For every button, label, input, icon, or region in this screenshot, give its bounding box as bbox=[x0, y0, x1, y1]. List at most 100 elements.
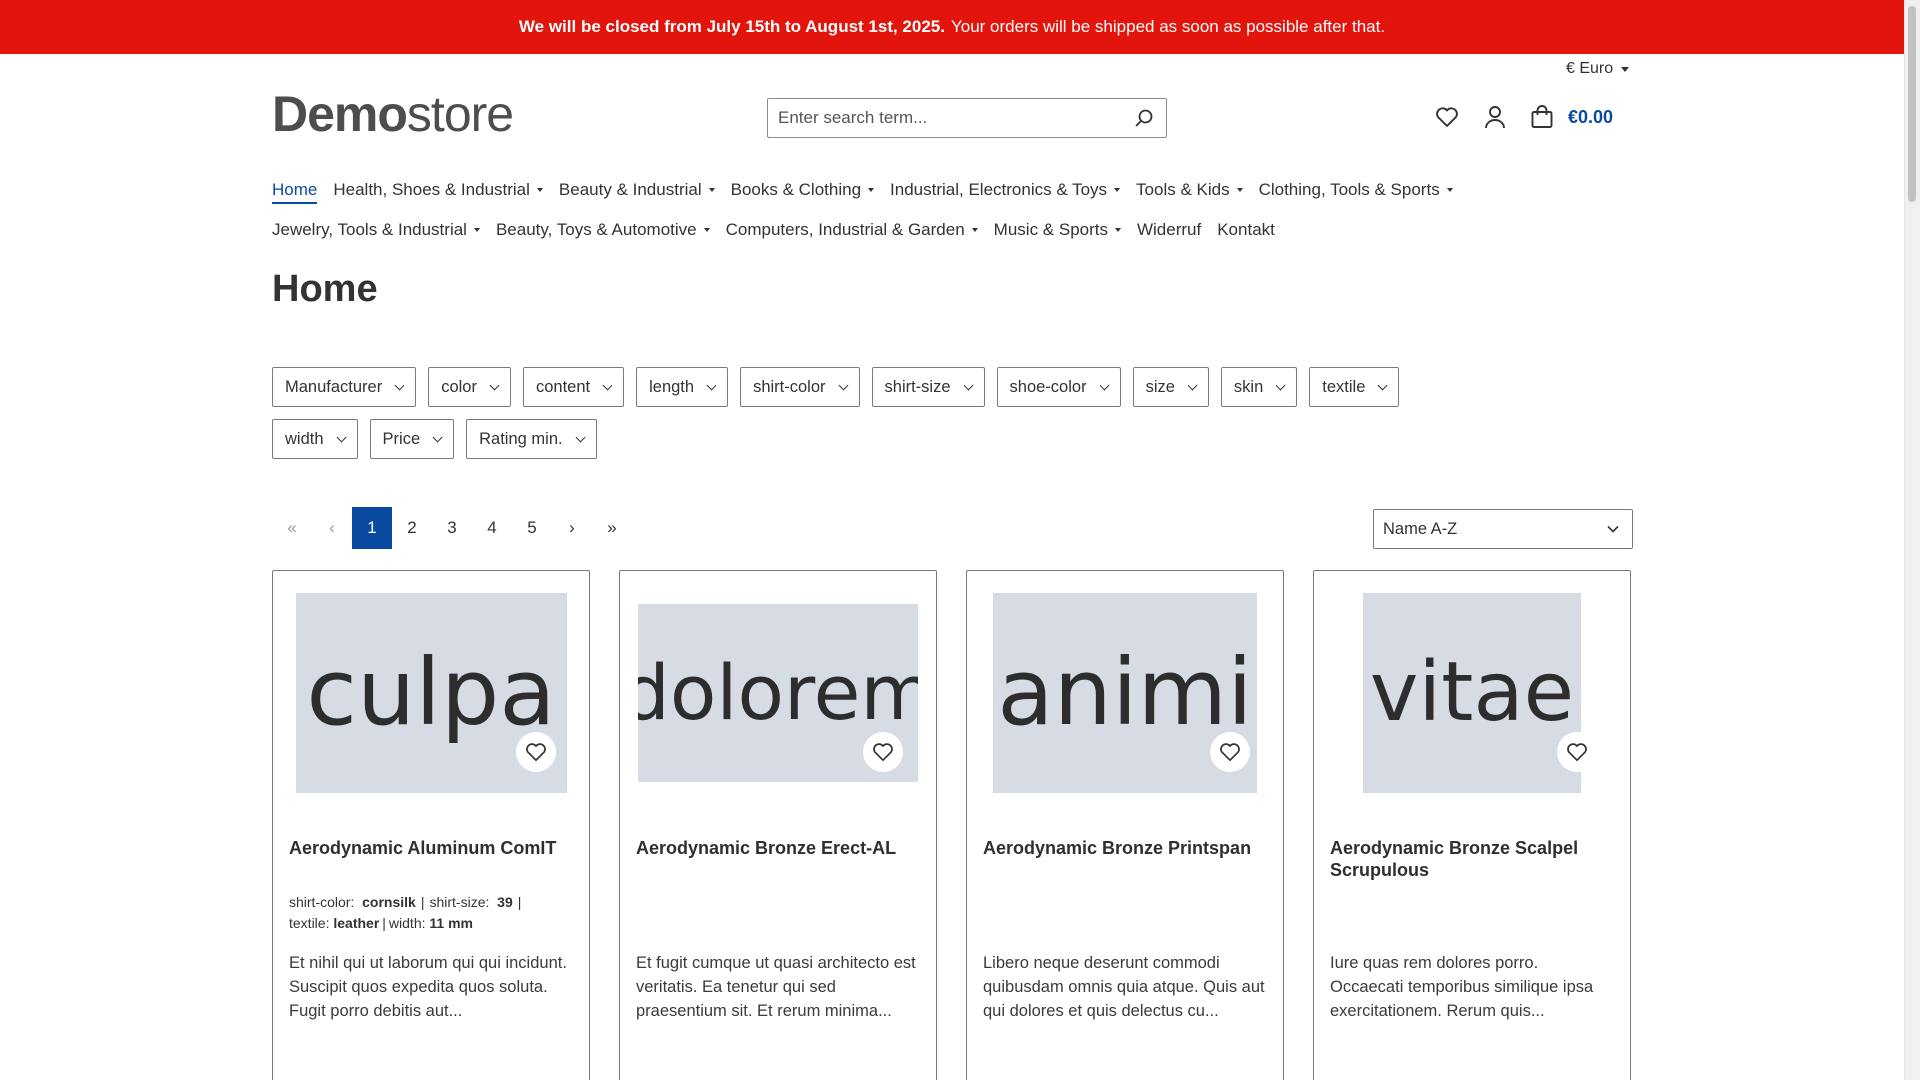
wishlist-toggle-button[interactable] bbox=[1210, 732, 1250, 772]
page-button-1[interactable]: 1 bbox=[352, 507, 392, 549]
nav-label: Industrial, Electronics & Toys bbox=[890, 180, 1108, 199]
filter-row: Manufacturer color content length shirt-… bbox=[272, 367, 1652, 407]
nav-label: Music & Sports bbox=[993, 220, 1108, 239]
product-name[interactable]: Aerodynamic Bronze Erect-AL bbox=[636, 837, 922, 859]
product-card[interactable]: animi Aerodynamic Bronze Printspan Liber… bbox=[966, 570, 1284, 1080]
filter-content[interactable]: content bbox=[522, 367, 625, 407]
nav-label: Health, Shoes & Industrial bbox=[333, 180, 530, 199]
filter-manufacturer[interactable]: Manufacturer bbox=[272, 367, 417, 407]
filter-shirt-size[interactable]: shirt-size bbox=[871, 367, 985, 407]
nav-item-kontakt[interactable]: Kontakt bbox=[1217, 216, 1275, 244]
caret-down-icon bbox=[1236, 188, 1243, 192]
product-image: vitae bbox=[1363, 593, 1581, 793]
product-description: Et nihil qui ut laborum qui qui incidunt… bbox=[289, 954, 567, 1020]
page-first-button[interactable]: « bbox=[272, 507, 312, 549]
filter-rating-min[interactable]: Rating min. bbox=[466, 419, 597, 459]
filter-length[interactable]: length bbox=[636, 367, 729, 407]
nav-item-computers-industrial-garden[interactable]: Computers, Industrial & Garden bbox=[726, 216, 978, 244]
page-title: Home bbox=[272, 268, 378, 310]
logo[interactable]: Demostore bbox=[272, 86, 514, 142]
filter-textile[interactable]: textile bbox=[1309, 367, 1400, 407]
scrollbar-thumb[interactable] bbox=[1908, 6, 1916, 202]
nav-item-beauty-toys-automotive[interactable]: Beauty, Toys & Automotive bbox=[496, 216, 710, 244]
filter-label: shoe-color bbox=[1009, 377, 1087, 396]
notice-text: Your orders will be shipped as soon as p… bbox=[950, 17, 1386, 36]
filter-skin[interactable]: skin bbox=[1220, 367, 1298, 407]
account-button[interactable] bbox=[1482, 102, 1508, 132]
chevron-down-icon bbox=[602, 380, 613, 390]
page-button-4[interactable]: 4 bbox=[472, 507, 512, 549]
nav-item-books-clothing[interactable]: Books & Clothing bbox=[731, 176, 875, 204]
wishlist-button[interactable] bbox=[1434, 102, 1460, 132]
wishlist-toggle-button[interactable] bbox=[516, 732, 556, 772]
cart-button[interactable]: €0.00 bbox=[1530, 105, 1613, 129]
product-description: Iure quas rem dolores porro. Occaecati t… bbox=[1330, 954, 1594, 1020]
chevron-down-icon bbox=[963, 380, 973, 390]
product-card[interactable]: dolorem Aerodynamic Bronze Erect-AL Et f… bbox=[619, 570, 937, 1080]
chevron-down-icon bbox=[1187, 380, 1198, 390]
cart-total: €0.00 bbox=[1568, 106, 1614, 127]
wishlist-toggle-button[interactable] bbox=[1557, 732, 1597, 772]
chevron-down-icon bbox=[1377, 380, 1388, 390]
page-prev-button[interactable]: ‹ bbox=[312, 507, 352, 549]
filter-label: length bbox=[649, 377, 695, 396]
filter-size[interactable]: size bbox=[1132, 367, 1209, 407]
search-input[interactable] bbox=[768, 99, 1122, 137]
search-button[interactable] bbox=[1122, 99, 1166, 137]
page-button-2[interactable]: 2 bbox=[392, 507, 432, 549]
product-name[interactable]: Aerodynamic Aluminum ComIT bbox=[289, 837, 575, 859]
variant-label: width: bbox=[388, 915, 426, 931]
user-icon bbox=[1485, 106, 1505, 129]
filter-color[interactable]: color bbox=[428, 367, 511, 407]
nav-row: Jewelry, Tools & Industrial Beauty, Toys… bbox=[272, 210, 1652, 250]
product-card[interactable]: vitae Aerodynamic Bronze Scalpel Scrupul… bbox=[1313, 570, 1631, 1080]
nav-item-health-shoes-industrial[interactable]: Health, Shoes & Industrial bbox=[333, 176, 543, 204]
filter-label: textile bbox=[1322, 377, 1366, 396]
heart-icon bbox=[526, 743, 546, 762]
product-name[interactable]: Aerodynamic Bronze Scalpel Scrupulous bbox=[1330, 837, 1616, 881]
filter-width[interactable]: width bbox=[272, 419, 358, 459]
product-name[interactable]: Aerodynamic Bronze Printspan bbox=[983, 837, 1269, 859]
page-button-3[interactable]: 3 bbox=[432, 507, 472, 549]
filter-price[interactable]: Price bbox=[369, 419, 455, 459]
nav-item-widerruf[interactable]: Widerruf bbox=[1137, 216, 1201, 244]
nav-item-industrial-electronics-toys[interactable]: Industrial, Electronics & Toys bbox=[890, 176, 1121, 204]
page-button-5[interactable]: 5 bbox=[512, 507, 552, 549]
heart-icon bbox=[1567, 743, 1587, 762]
caret-down-icon bbox=[536, 188, 543, 192]
chevron-down-icon bbox=[336, 432, 346, 442]
currency-label: € Euro bbox=[1566, 60, 1614, 77]
product-variant-info: shirt-color: cornsilk | shirt-size: 39 | te… bbox=[289, 894, 522, 931]
nav-item-music-sports[interactable]: Music & Sports bbox=[994, 216, 1121, 244]
filter-label: width bbox=[285, 429, 324, 448]
filter-shirt-color[interactable]: shirt-color bbox=[740, 367, 860, 407]
filter-label: Rating min. bbox=[479, 429, 563, 448]
nav-item-beauty-industrial[interactable]: Beauty & Industrial bbox=[559, 176, 715, 204]
product-card[interactable]: culpa Aerodynamic Aluminum ComIT shirt-c… bbox=[272, 570, 590, 1080]
page-scrollbar[interactable] bbox=[1904, 0, 1920, 1080]
nav-item-tools-kids[interactable]: Tools & Kids bbox=[1136, 176, 1243, 204]
filter-row: width Price Rating min. bbox=[272, 419, 1652, 459]
caret-down-icon bbox=[971, 228, 978, 232]
chevron-down-icon bbox=[575, 432, 586, 442]
nav-label: Computers, Industrial & Garden bbox=[725, 220, 965, 239]
nav-label: Home bbox=[272, 180, 318, 199]
wishlist-toggle-button[interactable] bbox=[863, 732, 903, 772]
chevron-down-icon bbox=[1099, 380, 1110, 390]
product-grid: culpa Aerodynamic Aluminum ComIT shirt-c… bbox=[272, 570, 1631, 1080]
logo-strong: Demo bbox=[272, 86, 408, 142]
variant-label: textile: bbox=[289, 915, 330, 931]
nav-item-clothing-tools-sports[interactable]: Clothing, Tools & Sports bbox=[1259, 176, 1453, 204]
variant-label: shirt-size: bbox=[429, 894, 490, 910]
currency-dropdown[interactable]: € Euro bbox=[1566, 60, 1630, 78]
filter-label: shirt-size bbox=[884, 377, 951, 396]
main-navigation: Home Health, Shoes & Industrial Beauty &… bbox=[272, 170, 1652, 250]
nav-item-home[interactable]: Home bbox=[272, 176, 318, 204]
nav-item-jewelry-tools-industrial[interactable]: Jewelry, Tools & Industrial bbox=[272, 216, 480, 244]
page-next-button[interactable]: › bbox=[552, 507, 592, 549]
page-last-button[interactable]: » bbox=[592, 507, 632, 549]
caret-down-icon bbox=[1114, 188, 1121, 192]
filter-label: Manufacturer bbox=[285, 377, 383, 396]
filter-shoe-color[interactable]: shoe-color bbox=[996, 367, 1121, 407]
sort-select[interactable]: Name A-Z bbox=[1373, 509, 1633, 549]
